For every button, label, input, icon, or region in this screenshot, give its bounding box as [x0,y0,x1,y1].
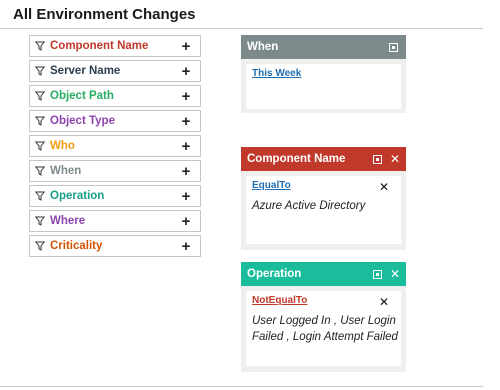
page-title: All Environment Changes [13,6,196,23]
component-name-panel-header: Component Name ✕ [241,147,406,171]
filter-field-label: Server Name [50,65,121,77]
funnel-icon [35,216,45,226]
funnel-icon [35,191,45,201]
condition-value: Azure Active Directory [252,200,366,212]
add-filter-icon[interactable]: + [178,114,194,129]
filter-field-who[interactable]: Who + [29,135,201,157]
condition-value: User Logged In , User Login Failed , Log… [252,315,398,343]
filter-field-label: Object Type [50,115,115,127]
operation-filter-panel: Operation ✕ NotEqualTo ✕ User Logged In … [241,262,406,372]
funnel-icon [35,241,45,251]
close-icon[interactable]: ✕ [390,268,400,280]
component-name-panel-body: EqualTo ✕ Azure Active Directory [246,176,401,244]
when-value-link[interactable]: This Week [252,68,301,79]
when-panel-header: When [241,35,406,59]
when-filter-panel: When This Week [241,35,406,113]
filter-field-label: Criticality [50,240,103,252]
funnel-icon [35,116,45,126]
when-panel-body: This Week [246,64,401,109]
funnel-icon [35,166,45,176]
operation-panel-header: Operation ✕ [241,262,406,286]
filter-field-server-name[interactable]: Server Name + [29,60,201,82]
maximize-icon[interactable] [372,269,382,279]
filter-field-object-path[interactable]: Object Path + [29,85,201,107]
filter-field-label: Where [50,215,86,227]
funnel-icon [35,66,45,76]
filter-field-label: Who [50,140,75,152]
funnel-icon [35,91,45,101]
filter-field-label: Component Name [50,40,149,52]
add-filter-icon[interactable]: + [178,39,194,54]
filter-field-object-type[interactable]: Object Type + [29,110,201,132]
title-divider [0,28,483,29]
operator-link[interactable]: NotEqualTo [252,295,307,306]
remove-condition-icon[interactable]: ✕ [379,295,389,309]
filter-field-component-name[interactable]: Component Name + [29,35,201,57]
remove-condition-icon[interactable]: ✕ [379,180,389,194]
filter-field-label: Object Path [50,90,114,102]
close-icon[interactable]: ✕ [390,153,400,165]
operation-panel-title: Operation [247,268,302,280]
operator-link[interactable]: EqualTo [252,180,291,191]
filter-field-where[interactable]: Where + [29,210,201,232]
add-filter-icon[interactable]: + [178,164,194,179]
filter-field-when[interactable]: When + [29,160,201,182]
bottom-divider [0,386,483,387]
add-filter-icon[interactable]: + [178,189,194,204]
filter-field-label: When [50,165,82,177]
maximize-icon[interactable] [389,42,398,52]
operation-panel-body: NotEqualTo ✕ User Logged In , User Login… [246,291,401,366]
add-filter-icon[interactable]: + [178,64,194,79]
when-panel-title: When [247,41,279,53]
filter-field-label: Operation [50,190,105,202]
funnel-icon [35,41,45,51]
add-filter-icon[interactable]: + [178,89,194,104]
maximize-icon[interactable] [372,154,382,164]
funnel-icon [35,141,45,151]
filter-field-operation[interactable]: Operation + [29,185,201,207]
filter-field-list: Component Name + Server Name + Object Path + O… [29,35,201,260]
filter-field-criticality[interactable]: Criticality + [29,235,201,257]
component-name-panel-title: Component Name [247,153,346,165]
add-filter-icon[interactable]: + [178,239,194,254]
component-name-filter-panel: Component Name ✕ EqualTo ✕ Azure Active … [241,147,406,250]
add-filter-icon[interactable]: + [178,214,194,229]
add-filter-icon[interactable]: + [178,139,194,154]
